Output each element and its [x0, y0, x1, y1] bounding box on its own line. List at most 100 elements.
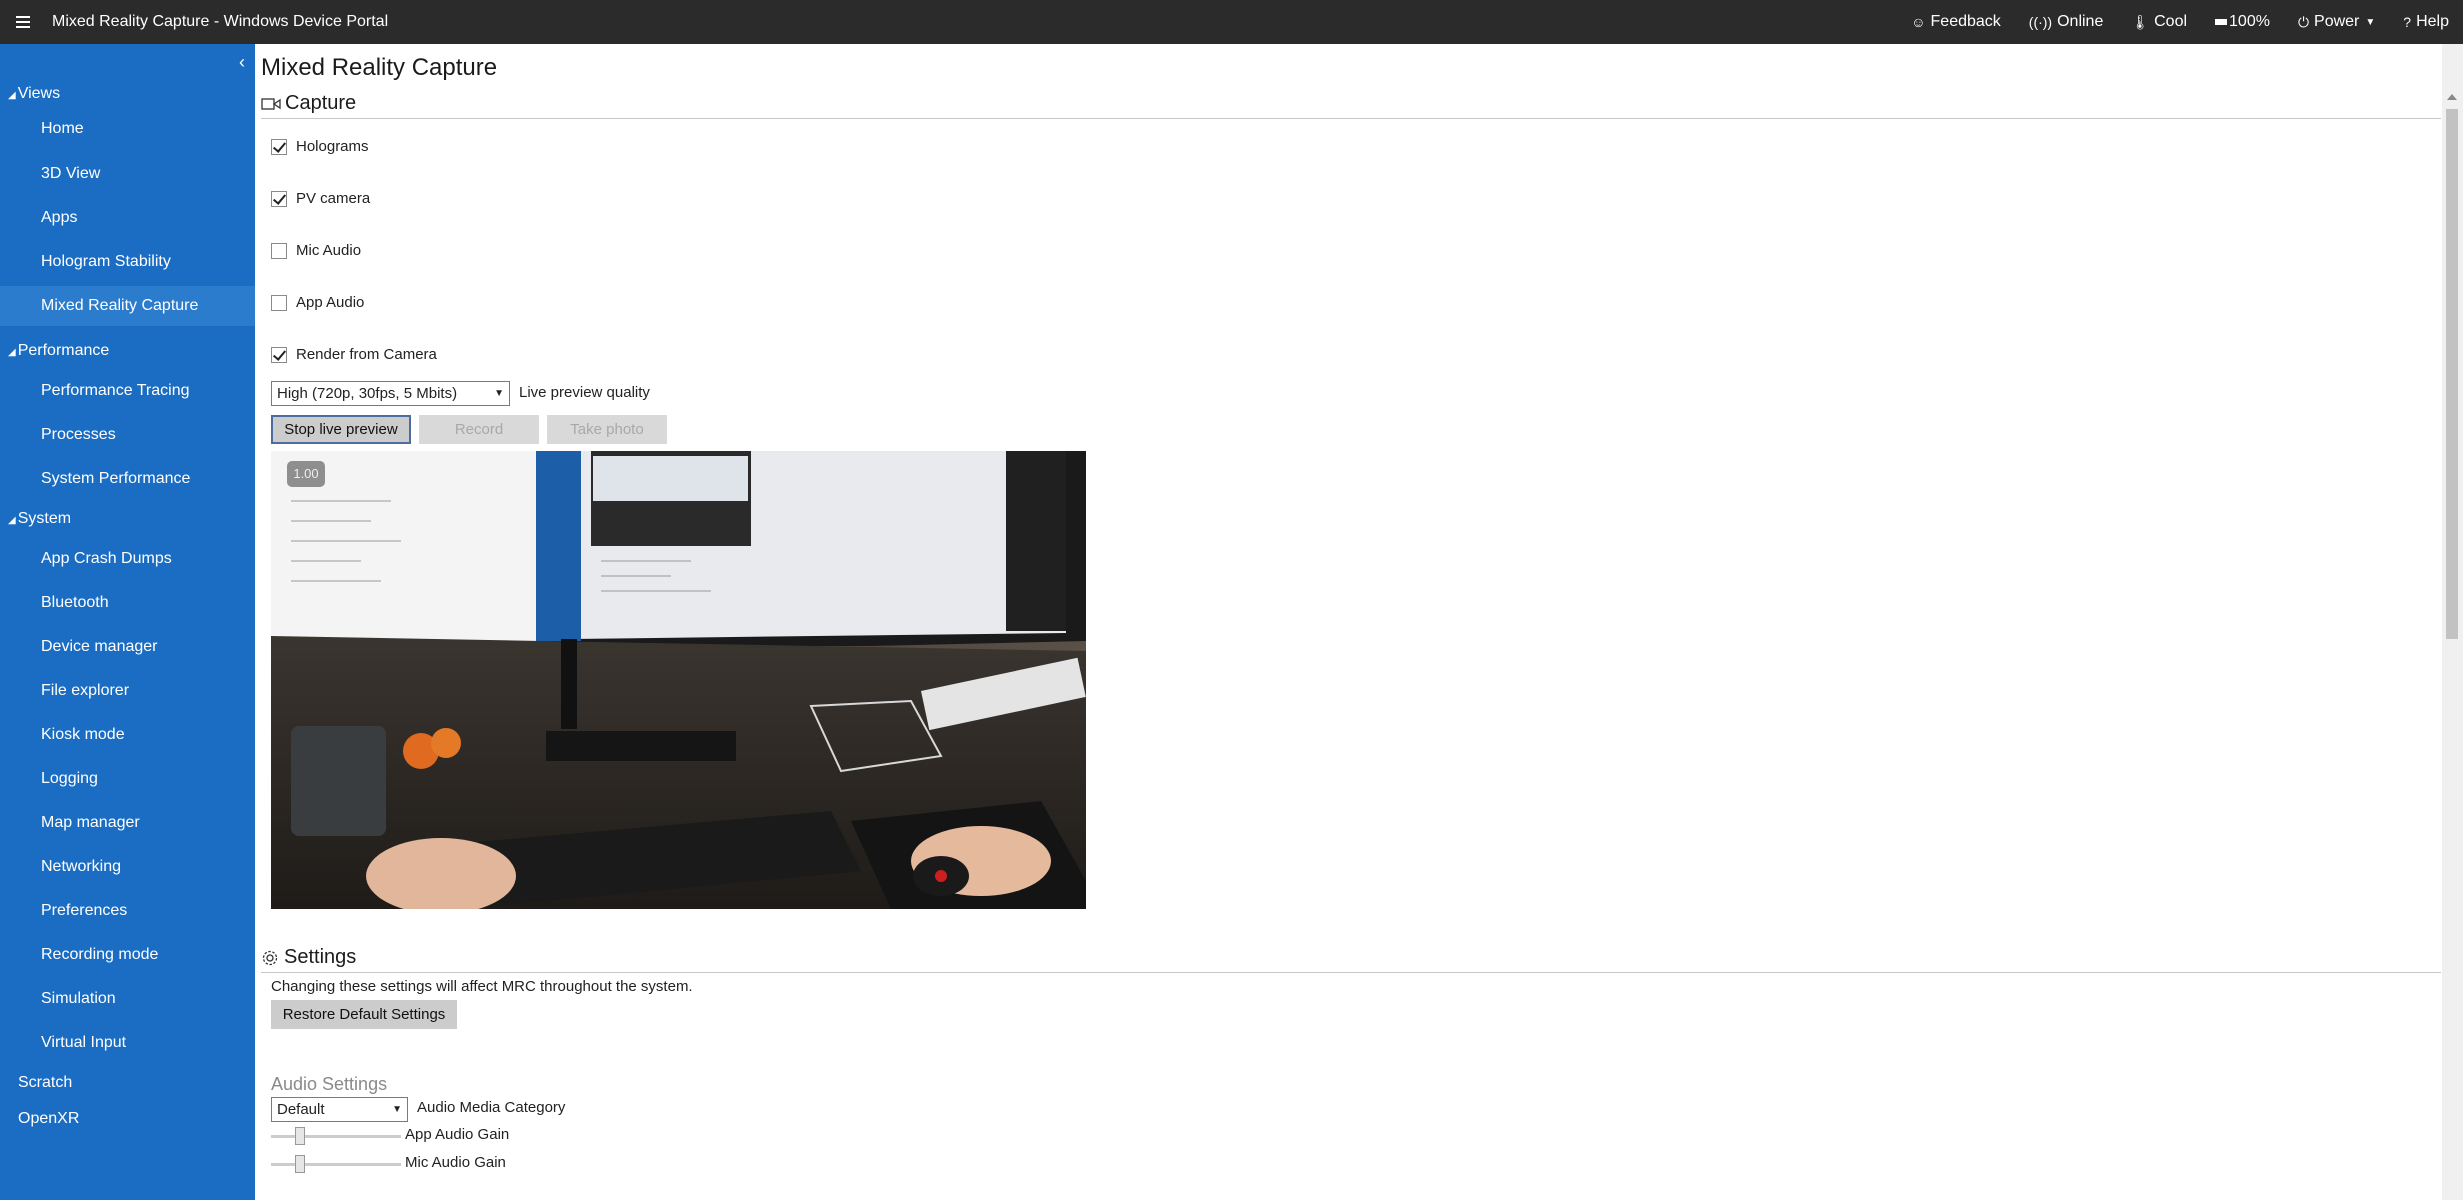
- nav-item-device-manager[interactable]: Device manager: [0, 627, 255, 667]
- nav-item-home[interactable]: Home: [0, 109, 255, 149]
- nav-item-label: Simulation: [41, 990, 116, 1007]
- nav-item-networking[interactable]: Networking: [0, 847, 255, 887]
- holograms-label: Holograms: [296, 138, 369, 155]
- live-preview-quality-label: Live preview quality: [519, 384, 650, 401]
- power-icon: ⏻: [2297, 13, 2310, 30]
- thermal-label: Cool: [2154, 13, 2188, 30]
- nav-item-apps[interactable]: Apps: [0, 198, 255, 238]
- nav-item-virtual-input[interactable]: Virtual Input: [0, 1023, 255, 1063]
- take-photo-button[interactable]: Take photo: [547, 415, 667, 444]
- online-label: Online: [2057, 13, 2104, 30]
- app-audio-option[interactable]: App Audio: [271, 294, 364, 311]
- nav-item-scratch[interactable]: Scratch: [18, 1074, 72, 1092]
- nav-item-map-manager[interactable]: Map manager: [0, 803, 255, 843]
- dropdown-arrow-icon: ▼: [494, 388, 504, 399]
- render-from-camera-checkbox[interactable]: [271, 346, 287, 363]
- nav-item-preferences[interactable]: Preferences: [0, 891, 255, 931]
- capture-divider: [261, 118, 2441, 119]
- pv-camera-checkbox[interactable]: [271, 190, 287, 207]
- stop-live-preview-button[interactable]: Stop live preview: [271, 415, 411, 444]
- video-camera-icon: [261, 97, 281, 110]
- nav-item-label: Virtual Input: [41, 1034, 127, 1051]
- mic-audio-gain-slider[interactable]: [271, 1155, 401, 1173]
- nav-group-views[interactable]: ◢ Views: [8, 85, 60, 103]
- nav-item-label: OpenXR: [18, 1110, 80, 1127]
- nav-item-label: Device manager: [41, 638, 158, 655]
- nav-item-openxr[interactable]: OpenXR: [18, 1110, 79, 1128]
- nav-item-bluetooth[interactable]: Bluetooth: [0, 583, 255, 623]
- nav-item-label: Scratch: [18, 1074, 73, 1091]
- nav-item-performance-tracing[interactable]: Performance Tracing: [0, 371, 255, 411]
- mic-audio-checkbox[interactable]: [271, 242, 287, 259]
- settings-note: Changing these settings will affect MRC …: [271, 978, 693, 995]
- nav-item-label: System Performance: [41, 470, 191, 487]
- feedback-label: Feedback: [1930, 13, 2001, 30]
- app-audio-gain-slider[interactable]: [271, 1127, 401, 1145]
- slider-track: [271, 1135, 401, 1138]
- thermometer-icon: 🌡︎: [2131, 13, 2150, 30]
- vertical-scrollbar[interactable]: [2442, 44, 2463, 1200]
- nav-item-processes[interactable]: Processes: [0, 415, 255, 455]
- nav-item-label: Preferences: [41, 902, 128, 919]
- live-preview-quality-select[interactable]: High (720p, 30fps, 5 Mbits) ▼: [271, 381, 510, 406]
- triangle-down-icon: ◢: [8, 347, 16, 358]
- power-menu[interactable]: ⏻ Power ▼: [2298, 13, 2375, 31]
- nav-item-file-explorer[interactable]: File explorer: [0, 671, 255, 711]
- nav-item-label: Mixed Reality Capture: [41, 297, 199, 314]
- question-icon: ?: [2403, 14, 2412, 30]
- nav-item-label: Apps: [41, 209, 78, 226]
- nav-item-label: App Crash Dumps: [41, 550, 172, 567]
- nav-group-system[interactable]: ◢ System: [8, 510, 71, 528]
- slider-thumb[interactable]: [295, 1127, 305, 1145]
- holograms-checkbox[interactable]: [271, 138, 287, 155]
- audio-media-category-select[interactable]: Default ▼: [271, 1097, 408, 1122]
- nav-group-performance[interactable]: ◢ Performance: [8, 342, 109, 360]
- nav-item-simulation[interactable]: Simulation: [0, 979, 255, 1019]
- nav-item-label: Processes: [41, 426, 116, 443]
- audio-settings-heading: Audio Settings: [271, 1074, 388, 1094]
- hamburger-menu-icon[interactable]: [16, 15, 36, 29]
- scroll-up-arrow-icon[interactable]: [2447, 94, 2457, 100]
- render-from-camera-option[interactable]: Render from Camera: [271, 346, 437, 363]
- feedback-button[interactable]: ☺ Feedback: [1911, 13, 2001, 31]
- pv-camera-option[interactable]: PV camera: [271, 190, 370, 207]
- nav-item-label: Bluetooth: [41, 594, 109, 611]
- nav-item-logging[interactable]: Logging: [0, 759, 255, 799]
- sidebar: ‹ ◢ Views Home 3D View Apps Hologram Stab…: [0, 44, 255, 1200]
- render-from-camera-label: Render from Camera: [296, 346, 437, 363]
- wireless-icon: ((·)): [2028, 14, 2053, 30]
- nav-item-kiosk-mode[interactable]: Kiosk mode: [0, 715, 255, 755]
- nav-item-system-performance[interactable]: System Performance: [0, 459, 255, 499]
- scrollbar-thumb[interactable]: [2446, 109, 2458, 639]
- nav-item-label: File explorer: [41, 682, 130, 699]
- nav-item-recording-mode[interactable]: Recording mode: [0, 935, 255, 975]
- nav-item-label: 3D View: [41, 165, 101, 182]
- restore-default-settings-button[interactable]: Restore Default Settings: [271, 1000, 457, 1029]
- nav-item-app-crash-dumps[interactable]: App Crash Dumps: [0, 539, 255, 579]
- nav-group-views-label: Views: [17, 85, 61, 102]
- pv-camera-label: PV camera: [296, 190, 371, 207]
- triangle-down-icon: ◢: [8, 515, 16, 526]
- thermal-status: 🌡︎ Cool: [2131, 13, 2187, 31]
- caret-down-icon: ▼: [2365, 16, 2376, 28]
- slider-thumb[interactable]: [295, 1155, 305, 1173]
- nav-item-mixed-reality-capture[interactable]: Mixed Reality Capture: [0, 286, 255, 326]
- help-button[interactable]: ? Help: [2403, 13, 2449, 31]
- settings-section-header: Settings: [261, 946, 356, 969]
- battery-label: 100%: [2229, 13, 2270, 30]
- power-label: Power: [2314, 13, 2360, 30]
- nav-item-3d-view[interactable]: 3D View: [0, 154, 255, 194]
- record-button[interactable]: Record: [419, 415, 539, 444]
- live-preview-video: 1.00: [271, 451, 1086, 909]
- capture-heading: Capture: [285, 92, 357, 114]
- online-status: ((·)) Online: [2029, 13, 2104, 31]
- main-content: Mixed Reality Capture Capture Holograms …: [255, 44, 2442, 1200]
- live-preview-frame: [271, 451, 1086, 909]
- collapse-sidebar-icon[interactable]: ‹: [239, 52, 245, 73]
- app-audio-checkbox[interactable]: [271, 294, 287, 311]
- triangle-down-icon: ◢: [8, 90, 16, 101]
- mic-audio-option[interactable]: Mic Audio: [271, 242, 361, 259]
- dropdown-arrow-icon: ▼: [392, 1104, 402, 1115]
- nav-item-hologram-stability[interactable]: Hologram Stability: [0, 242, 255, 282]
- holograms-option[interactable]: Holograms: [271, 138, 369, 155]
